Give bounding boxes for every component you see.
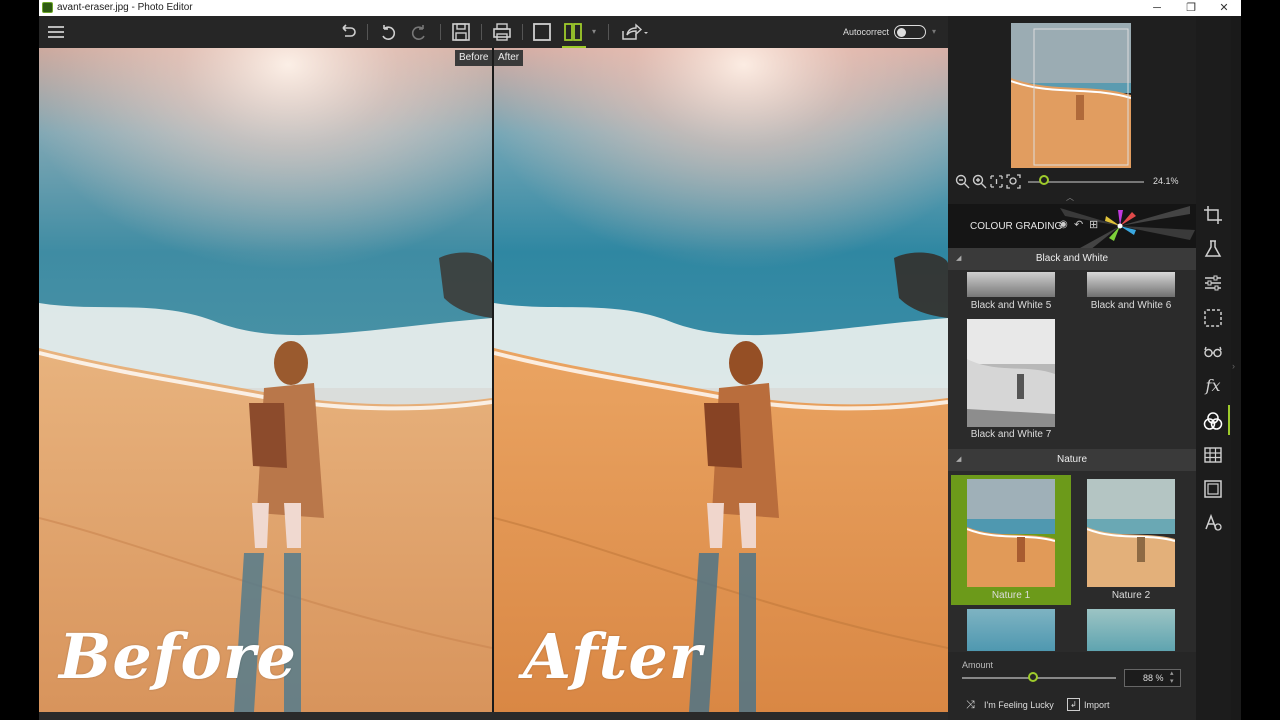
before-tag: Before [455, 50, 493, 66]
import-icon: ↲ [1067, 698, 1080, 711]
bw6-thumbnail[interactable] [1087, 272, 1175, 297]
section-black-and-white[interactable]: ◢ Black and White [948, 248, 1196, 270]
single-view-icon[interactable] [531, 21, 555, 43]
after-tag: After [494, 50, 524, 66]
text-icon[interactable] [1203, 513, 1223, 533]
app-icon [42, 2, 53, 13]
autocorrect-toggle[interactable] [894, 25, 926, 39]
bw5-label: Black and White 5 [970, 300, 1052, 311]
import-button[interactable]: Import [1084, 700, 1110, 710]
save-icon[interactable] [450, 21, 474, 43]
collapse-navigator-icon[interactable]: ︿ [1066, 192, 1074, 203]
close-button[interactable]: ✕ [1209, 0, 1239, 16]
zoom-row: 24.1% [948, 172, 1196, 192]
minimize-button[interactable]: ─ [1142, 0, 1172, 16]
grid-view-icon[interactable]: ⊞ [1089, 218, 1098, 231]
bw7-label: Black and White 7 [970, 429, 1052, 440]
collapse-triangle-icon: ◢ [956, 456, 962, 463]
redo-icon[interactable] [409, 21, 433, 43]
zoom-in-icon[interactable] [972, 174, 987, 189]
amount-controls: Amount 88 % ▴ ▾ ⤨ I'm Feeling Lucky ↲ Imp… [948, 652, 1196, 720]
undo-all-icon[interactable] [336, 21, 360, 43]
after-caption: After [523, 620, 703, 693]
reset-icon[interactable]: ↶ [1074, 218, 1083, 231]
glasses-icon[interactable] [1203, 342, 1223, 362]
print-icon[interactable] [491, 21, 515, 43]
collapse-strip[interactable]: › [1231, 16, 1241, 720]
autocorrect-label: Autocorrect [843, 27, 890, 37]
crop-icon[interactable] [1203, 205, 1223, 225]
nature1-label: Nature 1 [991, 590, 1031, 601]
expand-arrow-icon[interactable]: › [1232, 361, 1235, 371]
nature1-thumbnail[interactable] [967, 479, 1055, 587]
colour-grading-header: COLOUR GRADING ◉ ↶ ⊞ [948, 204, 1196, 248]
autocorrect-dropdown-icon[interactable]: ▾ [932, 21, 942, 43]
bw5-thumbnail[interactable] [967, 272, 1055, 297]
adjustments-icon[interactable] [1203, 273, 1223, 293]
texture-grid-icon[interactable] [1203, 445, 1223, 465]
top-toolbar: ▾ Autocorrect ▾ [39, 16, 948, 48]
section-title: Black and White [1035, 253, 1109, 264]
view-dropdown-icon[interactable]: ▾ [592, 21, 604, 43]
feeling-lucky-button[interactable]: I'm Feeling Lucky [984, 700, 1054, 710]
amount-slider-handle[interactable] [1027, 672, 1038, 682]
zoom-out-icon[interactable] [955, 174, 970, 189]
section-title: Nature [1056, 454, 1087, 465]
fit-to-window-icon[interactable] [1006, 174, 1021, 189]
nature2-label: Nature 2 [1111, 590, 1151, 601]
maximize-button[interactable]: ❐ [1176, 0, 1206, 16]
undo-icon[interactable] [376, 21, 400, 43]
before-photo [39, 48, 492, 712]
selection-icon[interactable] [1203, 308, 1223, 328]
title-bar: avant-eraser.jpg - Photo Editor ─ ❐ ✕ [39, 0, 1241, 16]
colour-grading-icon[interactable] [1203, 411, 1223, 431]
zoom-value: 24.1% [1153, 176, 1179, 186]
collapse-triangle-icon: ◢ [956, 255, 962, 262]
image-canvas[interactable]: Before After [39, 48, 948, 712]
split-view-icon[interactable] [562, 21, 586, 48]
before-caption: Before [59, 620, 297, 693]
after-photo [494, 48, 948, 712]
visibility-eye-icon[interactable]: ◉ [1059, 219, 1068, 230]
navigator: 24.1% ︿ [948, 16, 1196, 216]
active-tool-indicator [1228, 405, 1230, 435]
navigator-thumbnail[interactable] [1011, 23, 1131, 168]
amount-label: Amount [962, 660, 994, 670]
share-icon[interactable] [619, 21, 649, 43]
bw6-label: Black and White 6 [1090, 300, 1172, 311]
right-panel: 24.1% ︿ COLOUR GRADING ◉ ↶ ⊞ ◢ Black and… [948, 16, 1196, 720]
section-nature[interactable]: ◢ Nature [948, 449, 1196, 471]
window-title: avant-eraser.jpg - Photo Editor [57, 2, 193, 13]
effects-fx-icon[interactable]: fx [1203, 376, 1223, 396]
amount-spinner-icon[interactable]: ▴ ▾ [1170, 670, 1174, 686]
nature3-thumbnail[interactable] [967, 609, 1055, 651]
nature4-thumbnail[interactable] [1087, 609, 1175, 651]
tool-strip: fx [1196, 16, 1231, 720]
shuffle-icon: ⤨ [966, 699, 975, 711]
bottom-strip [39, 712, 948, 720]
nature2-thumbnail[interactable] [1087, 479, 1175, 587]
app-window: avant-eraser.jpg - Photo Editor ─ ❐ ✕ ▾ … [0, 0, 1280, 720]
flask-icon[interactable] [1203, 239, 1223, 259]
actual-size-icon[interactable] [989, 174, 1004, 189]
amount-slider[interactable] [962, 677, 1116, 679]
colour-grading-title: COLOUR GRADING [970, 221, 1063, 232]
hamburger-icon[interactable] [45, 21, 69, 43]
frame-icon[interactable] [1203, 479, 1223, 499]
zoom-slider-handle[interactable] [1039, 175, 1050, 185]
bw7-thumbnail[interactable] [967, 319, 1055, 427]
